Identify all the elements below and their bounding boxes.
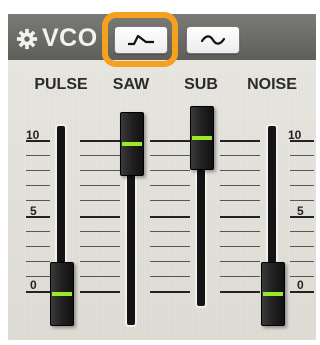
slider-label-pulse: PULSE xyxy=(34,76,88,93)
scale-tick xyxy=(150,216,190,218)
scale-tick xyxy=(220,170,260,171)
scale-tick xyxy=(150,200,190,201)
scale-tick xyxy=(220,231,260,232)
scale-tick xyxy=(220,200,260,201)
scale-tick xyxy=(26,246,50,247)
slider-thumb-pulse[interactable] xyxy=(50,262,74,326)
gear-icon[interactable] xyxy=(16,28,38,50)
scale-tick xyxy=(220,155,260,156)
scale-tick xyxy=(220,291,260,293)
slider-label-saw: SAW xyxy=(112,76,150,93)
scale-tick xyxy=(290,200,314,201)
scale-tick xyxy=(26,185,50,186)
scale-tick xyxy=(290,276,314,277)
scale-left-0: 0 xyxy=(30,278,37,292)
scale-tick xyxy=(26,276,50,277)
slider-label-sub: SUB xyxy=(184,76,218,93)
scale-tick xyxy=(150,246,190,247)
scale-tick xyxy=(80,155,120,156)
slider-indicator xyxy=(52,292,72,296)
slider-thumb-sub[interactable] xyxy=(190,106,214,170)
scale-tick xyxy=(80,261,120,262)
scale-tick xyxy=(26,261,50,262)
scale-tick xyxy=(220,185,260,186)
slider-thumb-noise[interactable] xyxy=(261,262,285,326)
scale-tick xyxy=(290,246,314,247)
module-title: VCO xyxy=(42,24,98,52)
scale-tick xyxy=(80,170,120,171)
scale-tick xyxy=(150,185,190,186)
scale-tick xyxy=(150,276,190,277)
scale-tick xyxy=(220,246,260,247)
scale-tick xyxy=(290,140,314,142)
scale-tick xyxy=(150,231,190,232)
scale-tick xyxy=(80,140,120,142)
scale-tick xyxy=(220,216,260,218)
scale-tick xyxy=(220,261,260,262)
slider-label-noise: NOISE xyxy=(247,76,297,93)
scale-tick xyxy=(26,291,50,293)
scale-tick xyxy=(290,170,314,171)
scale-tick xyxy=(80,200,120,201)
slider-indicator xyxy=(263,292,283,296)
scale-tick xyxy=(26,200,50,201)
scale-tick xyxy=(26,216,50,218)
scale-right-0: 0 xyxy=(297,278,304,292)
scale-tick xyxy=(290,155,314,156)
scale-tick xyxy=(26,231,50,232)
slider-indicator xyxy=(122,142,142,146)
scale-tick xyxy=(80,276,120,277)
scale-tick xyxy=(80,246,120,247)
scale-tick xyxy=(150,261,190,262)
scale-tick xyxy=(150,140,190,142)
slider-thumb-saw[interactable] xyxy=(120,112,144,176)
scale-tick xyxy=(290,216,314,218)
scale-tick xyxy=(26,170,50,171)
scale-tick xyxy=(290,261,314,262)
scale-tick xyxy=(26,140,50,142)
sine-wave-button[interactable] xyxy=(186,26,240,54)
scale-tick xyxy=(290,291,314,293)
scale-tick xyxy=(220,276,260,277)
scale-tick xyxy=(290,185,314,186)
scale-tick xyxy=(220,140,260,142)
scale-tick xyxy=(80,185,120,186)
scale-tick xyxy=(290,231,314,232)
scale-tick xyxy=(80,291,120,293)
scale-tick xyxy=(80,231,120,232)
scale-tick xyxy=(150,291,190,293)
scale-tick xyxy=(80,216,120,218)
slider-indicator xyxy=(192,136,212,140)
scale-tick xyxy=(150,155,190,156)
selected-waveform-highlight xyxy=(102,12,178,67)
scale-tick xyxy=(26,155,50,156)
scale-tick xyxy=(150,170,190,171)
sine-wave-icon xyxy=(200,35,226,45)
